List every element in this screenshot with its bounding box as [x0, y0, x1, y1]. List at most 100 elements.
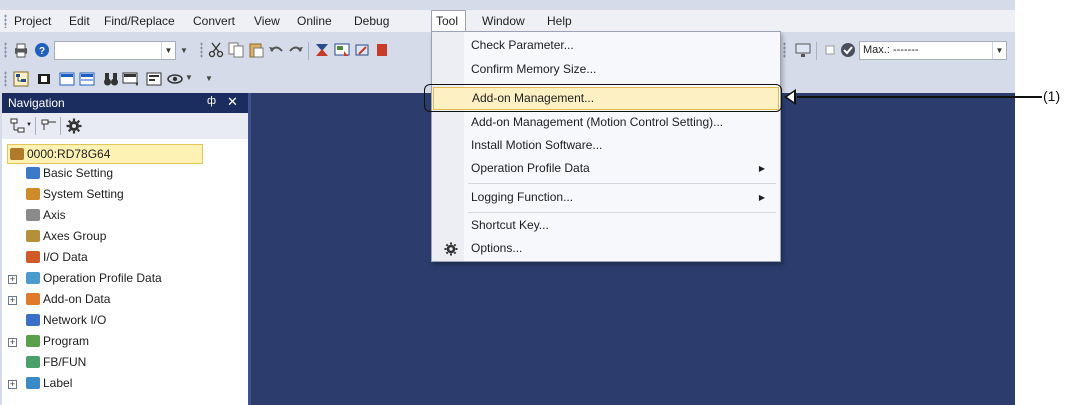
- list-view-icon[interactable]: [59, 71, 75, 87]
- expand-icon[interactable]: +: [8, 296, 17, 305]
- fb-fun-icon: [26, 356, 40, 368]
- grid-view-icon[interactable]: [79, 71, 95, 87]
- pin-icon[interactable]: ф: [207, 95, 216, 107]
- menu-bar: Project Edit Find/Replace Convert View O…: [0, 10, 1015, 32]
- callout-label: (1): [1043, 88, 1061, 104]
- menu-online[interactable]: Online: [297, 13, 332, 29]
- menu-help[interactable]: Help: [547, 13, 572, 29]
- toolbar-overflow-icon[interactable]: ▼: [205, 74, 213, 83]
- tree-item-label: System Setting: [43, 187, 124, 201]
- undo-icon[interactable]: [268, 42, 284, 58]
- menu-item-logging-function[interactable]: Logging Function... ▶: [433, 186, 779, 209]
- menu-item-shortcut-key[interactable]: Shortcut Key...: [433, 214, 779, 237]
- chevron-down-icon[interactable]: ▼: [992, 42, 1006, 59]
- menu-view[interactable]: View: [254, 13, 280, 29]
- menu-window[interactable]: Window: [482, 13, 525, 29]
- menu-item-add-on-management-motion[interactable]: Add-on Management (Motion Control Settin…: [433, 111, 779, 134]
- callout-leader-line: [797, 96, 1042, 98]
- navigation-tree: 0000:RD78G64 Basic Setting System Settin…: [2, 139, 248, 405]
- tree-item-label: Basic Setting: [43, 166, 114, 180]
- online-write-icon[interactable]: [354, 42, 370, 58]
- cut-icon[interactable]: [208, 42, 224, 58]
- expand-icon[interactable]: +: [8, 380, 17, 389]
- stop-icon[interactable]: [822, 42, 838, 58]
- toolbar-overflow-icon[interactable]: ▼: [185, 73, 193, 82]
- max-scan-combo[interactable]: Max.: ------- ▼: [859, 41, 1007, 60]
- toolbar-combo[interactable]: ▼: [54, 41, 176, 60]
- convert-icon[interactable]: [314, 42, 330, 58]
- menu-convert[interactable]: Convert: [193, 13, 235, 29]
- tree-item-network-io[interactable]: Network I/O: [26, 310, 106, 330]
- menu-item-operation-profile-data[interactable]: Operation Profile Data ▶: [433, 157, 779, 180]
- gear-icon[interactable]: [66, 118, 82, 134]
- tree-item-system-setting[interactable]: System Setting: [26, 184, 124, 204]
- expand-icon[interactable]: +: [8, 275, 17, 284]
- submenu-arrow-icon: ▶: [758, 164, 765, 173]
- cross-reference-icon[interactable]: ▼: [122, 71, 140, 88]
- menu-item-check-parameter[interactable]: Check Parameter...: [433, 34, 779, 57]
- close-icon[interactable]: ✕: [227, 94, 238, 110]
- tree-item-add-on-data[interactable]: Add-on Data: [26, 289, 110, 309]
- callout-highlight-box: [424, 84, 782, 112]
- tree-item-module[interactable]: 0000:RD78G64: [7, 144, 203, 164]
- help-icon[interactable]: ?: [34, 42, 50, 58]
- tree-item-axes-group[interactable]: Axes Group: [26, 226, 106, 246]
- menu-item-options[interactable]: Options...: [433, 237, 779, 260]
- submenu-arrow-icon: ▶: [758, 193, 765, 202]
- max-scan-value: Max.: -------: [863, 44, 919, 56]
- module-view-icon[interactable]: [36, 71, 52, 87]
- chevron-down-icon[interactable]: ▼: [26, 122, 32, 128]
- tree-item-label: Label: [43, 376, 73, 390]
- tree-item-axis[interactable]: Axis: [26, 205, 66, 225]
- paste-icon[interactable]: [248, 42, 264, 58]
- tree-item-label: Add-on Data: [43, 292, 111, 306]
- menu-item-confirm-memory-size[interactable]: Confirm Memory Size...: [433, 58, 779, 81]
- tree-item-io-data[interactable]: I/O Data: [26, 247, 88, 267]
- print-icon[interactable]: [13, 42, 29, 58]
- menu-edit[interactable]: Edit: [69, 13, 90, 29]
- system-setting-icon: [26, 188, 40, 200]
- tree-item-label-node[interactable]: Label: [26, 373, 72, 393]
- device-list-icon[interactable]: [146, 71, 162, 87]
- copy-icon[interactable]: [228, 42, 244, 58]
- toolbar-grip: [4, 42, 7, 58]
- menu-separator: [468, 183, 776, 184]
- menu-item-install-motion-software[interactable]: Install Motion Software...: [433, 134, 779, 157]
- redo-icon[interactable]: [288, 42, 304, 58]
- tree-item-label: 0000:RD78G64: [27, 147, 111, 161]
- navigation-header: Navigation ф ✕: [2, 93, 248, 113]
- menu-find-replace[interactable]: Find/Replace: [104, 13, 175, 29]
- menu-item-label: Options...: [471, 241, 523, 255]
- tree-item-label: Operation Profile Data: [43, 271, 162, 285]
- toolbar-overflow-icon[interactable]: ▼: [180, 46, 188, 55]
- tree-item-label: FB/FUN: [43, 355, 87, 369]
- menubar-grip: [4, 14, 7, 28]
- menu-separator: [468, 212, 776, 213]
- expand-icon[interactable]: +: [8, 338, 17, 347]
- monitor-icon[interactable]: [795, 42, 811, 58]
- navigation-window-icon[interactable]: [13, 71, 29, 87]
- tree-view-icon[interactable]: [10, 118, 26, 134]
- menu-project[interactable]: Project: [14, 13, 51, 29]
- menu-item-label: Operation Profile Data: [471, 161, 590, 175]
- tree-item-fb-fun[interactable]: FB/FUN: [26, 352, 86, 372]
- menu-item-label: Add-on Management (Motion Control Settin…: [471, 115, 724, 129]
- binoculars-icon[interactable]: [103, 71, 119, 87]
- tree-item-label: Network I/O: [43, 313, 107, 327]
- tree-item-program[interactable]: Program: [26, 331, 89, 351]
- watch-icon[interactable]: [167, 71, 183, 87]
- chevron-down-icon[interactable]: ▼: [161, 42, 175, 59]
- menu-tool[interactable]: Tool: [431, 10, 466, 31]
- navigation-title: Navigation: [8, 96, 65, 110]
- toolbar-grip: [4, 71, 7, 87]
- toolbar-separator: [35, 117, 36, 135]
- module-icon: [10, 148, 24, 160]
- menu-debug[interactable]: Debug: [354, 13, 389, 29]
- read-icon[interactable]: [374, 42, 390, 58]
- convert-all-icon[interactable]: [334, 42, 350, 58]
- check-icon[interactable]: [840, 42, 856, 58]
- tree-item-operation-profile[interactable]: Operation Profile Data: [26, 268, 162, 288]
- tree-item-basic-setting[interactable]: Basic Setting: [26, 163, 113, 183]
- toolbar-grip-3: [783, 42, 786, 58]
- collapse-icon[interactable]: [41, 118, 57, 134]
